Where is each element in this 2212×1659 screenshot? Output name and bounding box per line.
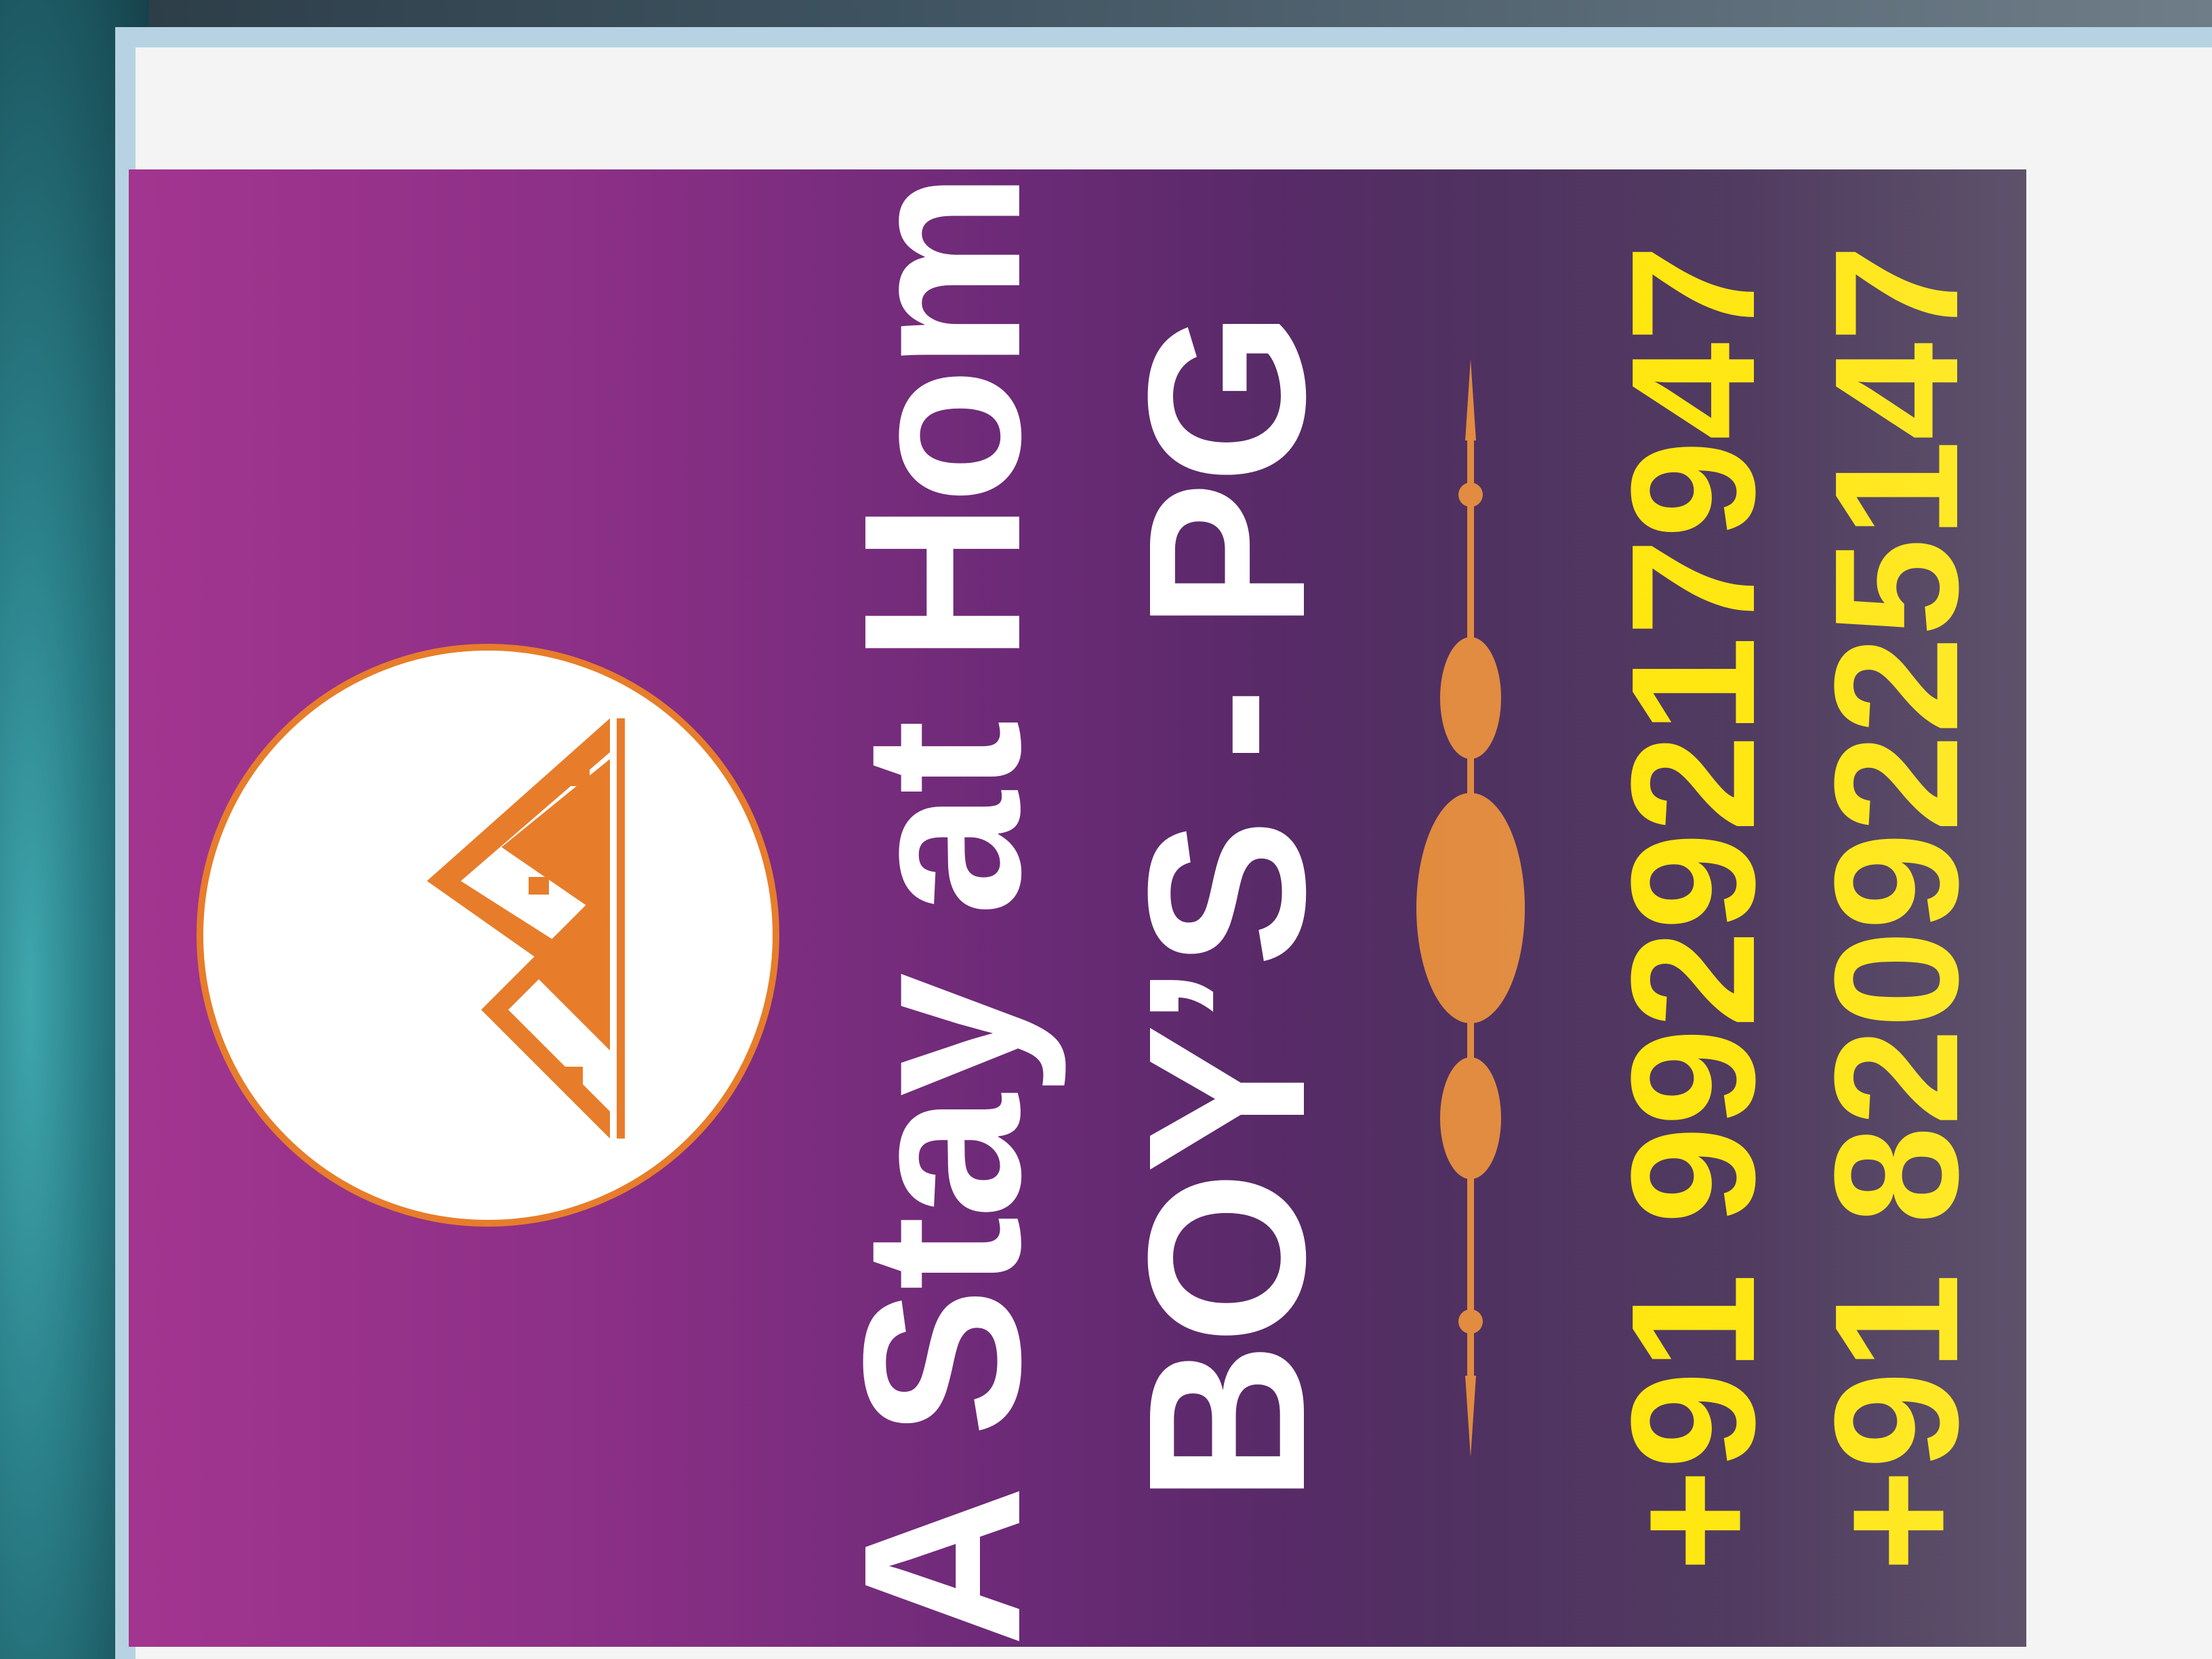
ornament-divider	[1416, 359, 1525, 1457]
logo-circle	[197, 644, 779, 1227]
phone-number-2: +91 8209225147	[1799, 244, 1995, 1572]
title-line-1: A Stay at Home	[817, 169, 1067, 1647]
title-line-2: BOY’S - PG	[1101, 312, 1351, 1504]
house-roof-icon	[427, 718, 625, 1139]
phone-number-1: +91 9929217947	[1595, 244, 1792, 1572]
poster: A Stay at Home BOY’S - PG +91 9929217947…	[129, 169, 2026, 1647]
